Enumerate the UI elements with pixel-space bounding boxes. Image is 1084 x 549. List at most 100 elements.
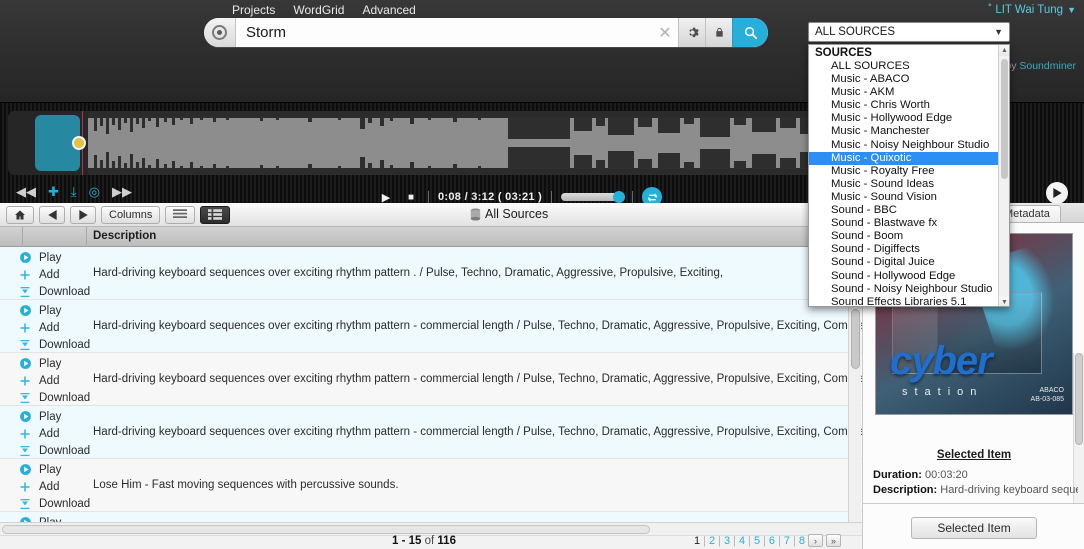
- row-add-button[interactable]: Add: [18, 481, 93, 493]
- result-range-total: 116: [437, 535, 456, 547]
- volume-knob[interactable]: [613, 191, 625, 203]
- detail-scroll-thumb[interactable]: [1075, 353, 1083, 445]
- result-range-from: 1 - 15: [392, 535, 421, 547]
- view-detail-button[interactable]: [200, 206, 230, 224]
- sources-scroll-thumb[interactable]: [1001, 59, 1008, 179]
- sources-option[interactable]: Music - Chris Worth: [809, 99, 1009, 112]
- row-play-button[interactable]: Play: [18, 304, 93, 317]
- row-play-button[interactable]: Play: [18, 410, 93, 423]
- sources-select[interactable]: ALL SOURCES ▼: [808, 22, 1010, 42]
- row-add-button[interactable]: Add: [18, 375, 93, 387]
- download-waveform-icon[interactable]: ⤓: [71, 185, 77, 199]
- table-row[interactable]: PlayAddDownloadHard-driving keyboard seq…: [0, 247, 862, 300]
- row-add-button[interactable]: Add: [18, 269, 93, 281]
- sources-option[interactable]: Music - Hollywood Edge: [809, 112, 1009, 125]
- sources-option[interactable]: Music - Manchester: [809, 125, 1009, 138]
- volume-slider[interactable]: [561, 193, 623, 201]
- column-header-description[interactable]: Description: [93, 230, 156, 242]
- pagination-page-8[interactable]: 8: [799, 535, 805, 547]
- forward-button[interactable]: [70, 206, 96, 224]
- search-mode-button[interactable]: [204, 18, 236, 47]
- clear-search-icon[interactable]: ✕: [652, 18, 678, 47]
- pagination-page-5[interactable]: 5: [754, 535, 760, 547]
- scroll-down-icon[interactable]: ▼: [999, 297, 1010, 307]
- results-horizontal-scroll-thumb[interactable]: [2, 525, 650, 534]
- rewind-icon[interactable]: ◀◀: [16, 185, 36, 199]
- soundminer-link[interactable]: Soundminer: [1019, 60, 1076, 72]
- row-download-button[interactable]: Download: [18, 498, 93, 510]
- waveform-scrub-handle[interactable]: [72, 136, 86, 150]
- table-row[interactable]: PlayAddDownload: [0, 512, 862, 522]
- sources-option[interactable]: Music - Royalty Free: [809, 165, 1009, 178]
- column-divider-2[interactable]: [86, 227, 87, 247]
- forward-icon[interactable]: ▶▶: [112, 185, 132, 199]
- results-vertical-scroll-thumb[interactable]: [851, 309, 860, 369]
- sources-option[interactable]: Sound - Blastwave fx: [809, 217, 1009, 230]
- sources-dropdown-list[interactable]: SOURCES ALL SOURCESMusic - ABACOMusic - …: [808, 44, 1010, 307]
- search-submit-button[interactable]: [732, 18, 768, 47]
- row-add-button[interactable]: Add: [18, 428, 93, 440]
- row-play-button-label: Play: [39, 411, 61, 423]
- pagination-page-2[interactable]: 2: [709, 535, 715, 547]
- row-play-button[interactable]: Play: [18, 357, 93, 370]
- detail-description-row: Description: Hard-driving keyboard seque…: [873, 484, 1078, 496]
- row-add-button[interactable]: Add: [18, 322, 93, 334]
- row-description: Hard-driving keyboard sequences over exc…: [93, 406, 862, 458]
- view-list-button[interactable]: [165, 206, 195, 224]
- user-menu[interactable]: ˚ LIT Wai Tung▼: [988, 2, 1076, 18]
- row-download-button-label: Download: [39, 286, 90, 298]
- sources-option[interactable]: Music - AKM: [809, 86, 1009, 99]
- row-play-button[interactable]: Play: [18, 463, 93, 476]
- sources-option[interactable]: Sound Effects Libraries 5.1: [809, 296, 1009, 307]
- selected-item-button[interactable]: Selected Item: [911, 517, 1037, 539]
- waveform-display[interactable]: [8, 111, 847, 175]
- waveform-graphic: [8, 111, 847, 175]
- add-marker-icon[interactable]: ✚: [48, 185, 59, 199]
- search-lock-button[interactable]: [705, 18, 732, 47]
- sources-option[interactable]: Music - Sound Ideas: [809, 178, 1009, 191]
- home-button[interactable]: [6, 206, 34, 224]
- search-settings-button[interactable]: [678, 18, 705, 47]
- player-play-right-button[interactable]: [1046, 182, 1068, 204]
- sources-option[interactable]: ALL SOURCES: [809, 60, 1009, 73]
- back-button[interactable]: [39, 206, 65, 224]
- plus-icon: [19, 375, 31, 387]
- row-download-button[interactable]: Download: [18, 392, 93, 404]
- pagination-page-3[interactable]: 3: [724, 535, 730, 547]
- table-row[interactable]: Play Add DownloadHard-driving keyboard seq…: [0, 406, 862, 459]
- sources-option[interactable]: Sound - Digital Juice: [809, 256, 1009, 269]
- sources-option[interactable]: Music - ABACO: [809, 73, 1009, 86]
- row-download-button[interactable]: Download: [18, 286, 93, 298]
- column-divider-1[interactable]: [22, 227, 23, 247]
- columns-button[interactable]: Columns: [101, 206, 160, 224]
- sources-option[interactable]: Music - Noisy Neighbour Studio: [809, 139, 1009, 152]
- search-input[interactable]: [236, 18, 652, 47]
- sources-option[interactable]: Sound - Noisy Neighbour Studio: [809, 283, 1009, 296]
- menu-projects[interactable]: Projects: [232, 2, 275, 18]
- row-download-button[interactable]: Download: [18, 445, 93, 457]
- pagination-last-button[interactable]: »: [826, 534, 841, 547]
- row-download-button[interactable]: Download: [18, 339, 93, 351]
- sources-group-label: SOURCES: [809, 45, 1009, 60]
- table-row[interactable]: PlayAddDownloadLose Him - Fast moving se…: [0, 459, 862, 512]
- magnifier-icon: [743, 25, 758, 40]
- row-play-button[interactable]: Play: [18, 251, 93, 264]
- sources-option[interactable]: Sound - Digiffects: [809, 243, 1009, 256]
- results-list[interactable]: PlayAddDownloadHard-driving keyboard seq…: [0, 247, 862, 522]
- menu-advanced[interactable]: Advanced: [362, 2, 415, 18]
- scroll-up-icon[interactable]: ▲: [999, 45, 1010, 56]
- menu-wordgrid[interactable]: WordGrid: [293, 2, 344, 18]
- sources-option[interactable]: Sound - Boom: [809, 230, 1009, 243]
- table-row[interactable]: PlayAddDownloadHard-driving keyboard seq…: [0, 353, 862, 406]
- pagination-next-button[interactable]: ›: [808, 534, 823, 547]
- table-row[interactable]: PlayAddDownloadHard-driving keyboard seq…: [0, 300, 862, 353]
- sources-option[interactable]: Music - Quixotic: [809, 152, 1009, 165]
- sources-option[interactable]: Sound - BBC: [809, 204, 1009, 217]
- pagination-page-4[interactable]: 4: [739, 535, 745, 547]
- pagination-page-7[interactable]: 7: [784, 535, 790, 547]
- pagination-page-6[interactable]: 6: [769, 535, 775, 547]
- spot-icon[interactable]: ◎: [89, 185, 100, 199]
- sources-option[interactable]: Music - Sound Vision: [809, 191, 1009, 204]
- sources-list-scrollbar[interactable]: ▲ ▼: [998, 45, 1009, 307]
- sources-option[interactable]: Sound - Hollywood Edge: [809, 270, 1009, 283]
